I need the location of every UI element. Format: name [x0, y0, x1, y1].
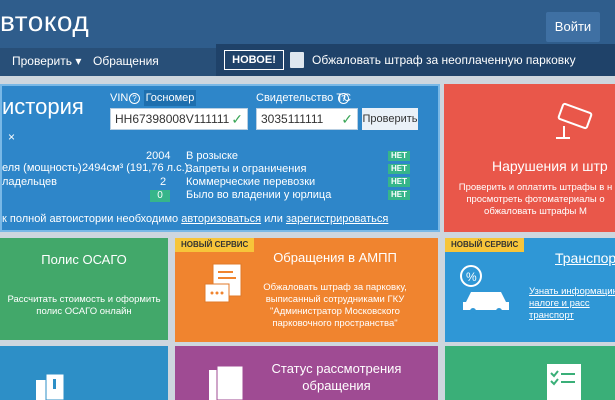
nav-check-dropdown[interactable]: Проверить ▾: [12, 54, 81, 68]
check-button[interactable]: Проверить: [362, 108, 418, 130]
news-ticker[interactable]: НОВОЕ! Обжаловать штраф за неоплаченную …: [216, 44, 615, 76]
svg-text:%: %: [466, 270, 477, 284]
auth-or-text: или: [264, 213, 283, 225]
login-link[interactable]: авторизоваться: [181, 213, 261, 225]
nav-requests[interactable]: Обращения: [93, 54, 159, 68]
spec-year-value: 2004: [146, 150, 171, 162]
site-logo[interactable]: втокод: [0, 6, 89, 38]
tile-transport[interactable]: НОВЫЙ СЕРВИС % Транспорт Узнать информац…: [445, 238, 615, 342]
check-wanted-label: В розыске: [186, 150, 239, 162]
auth-prompt-text: к полной автоистории необходимо: [2, 213, 179, 225]
vin-value: HH67398008V111111: [115, 112, 230, 126]
spec-zero-badge: 0: [150, 190, 170, 202]
valid-check-icon: ✓: [341, 111, 353, 127]
status-badge: НЕТ: [388, 177, 410, 187]
tile-description: Рассчитать стоимость и оформить полис ОС…: [7, 294, 161, 317]
tile-title: Обращения в АМПП: [273, 250, 397, 265]
login-button[interactable]: Войти: [546, 12, 600, 42]
tile-title: Статус рассмотрения обращения: [271, 361, 402, 393]
vin-input[interactable]: HH67398008V111111 ✓: [110, 108, 248, 130]
check-commercial-label: Коммерческие перевозки: [186, 176, 316, 188]
tile-request-status[interactable]: Статус рассмотрения обращения: [175, 346, 438, 400]
tile-bottom-right[interactable]: [445, 346, 615, 400]
status-badge: НЕТ: [388, 164, 410, 174]
tile-title: Транспорт: [555, 250, 615, 266]
checklist-icon: [547, 364, 581, 400]
register-link[interactable]: зарегистрироваться: [286, 213, 388, 225]
help-icon[interactable]: ?: [129, 93, 140, 104]
document-icon: [290, 52, 304, 68]
spec-engine-label: еля (мощность): [2, 162, 82, 174]
top-header: втокод Войти: [0, 0, 615, 48]
spec-owners-value: 2: [160, 176, 167, 188]
car-tax-icon: %: [460, 265, 509, 314]
new-badge: НОВОЕ!: [224, 50, 284, 70]
close-icon[interactable]: ×: [8, 130, 15, 144]
new-service-ribbon: НОВЫЙ СЕРВИС: [445, 238, 525, 252]
tile-ampp[interactable]: НОВЫЙ СЕРВИС Обращения в АМПП Обжаловать…: [175, 238, 438, 342]
tile-description: Проверить и оплатить штрафы в н просмотр…: [458, 182, 613, 217]
ticker-link[interactable]: Обжаловать штраф за неоплаченную парковк…: [312, 53, 576, 67]
tile-description: Обжаловать штраф за парковку, выписанный…: [263, 282, 407, 329]
documents-alert-icon: [36, 373, 65, 400]
tile-violations[interactable]: Нарушения и штр Проверить и оплатить штр…: [444, 84, 615, 232]
check-restrictions-label: Запреты и ограничения: [186, 163, 307, 175]
valid-check-icon: ✓: [231, 111, 243, 127]
sts-label: Свидетельство ТС: [256, 92, 352, 104]
spec-engine-value: 2494см³ (191,76 л.с.): [82, 162, 189, 174]
check-legal-entity-label: Было во владении у юрлица: [186, 189, 332, 201]
help-icon[interactable]: ?: [338, 93, 349, 104]
tile-title: Нарушения и штр: [492, 158, 608, 174]
tile-bottom-left[interactable]: [0, 346, 168, 400]
status-badge: НЕТ: [388, 151, 410, 161]
camera-icon: [556, 102, 593, 139]
tile-osago[interactable]: Полис ОСАГО Рассчитать стоимость и оформ…: [0, 238, 168, 340]
tab-gosnomer[interactable]: Госномер: [144, 90, 196, 106]
spec-owners-label: ладельцев: [2, 176, 57, 188]
vin-label: VIN: [110, 92, 129, 104]
auth-prompt: к полной автоистории необходимо авторизо…: [2, 213, 388, 225]
sts-input[interactable]: 3035111111 ✓: [256, 108, 358, 130]
tile-title: Полис ОСАГО: [41, 252, 127, 267]
auto-history-panel: история × VIN ? Госномер HH67398008V1111…: [0, 84, 440, 232]
tile-description: Узнать информацию налоге и расс транспор…: [529, 286, 615, 321]
sts-value: 3035111111: [261, 112, 324, 126]
panel-title: история: [2, 94, 84, 119]
status-badge: НЕТ: [388, 190, 410, 200]
